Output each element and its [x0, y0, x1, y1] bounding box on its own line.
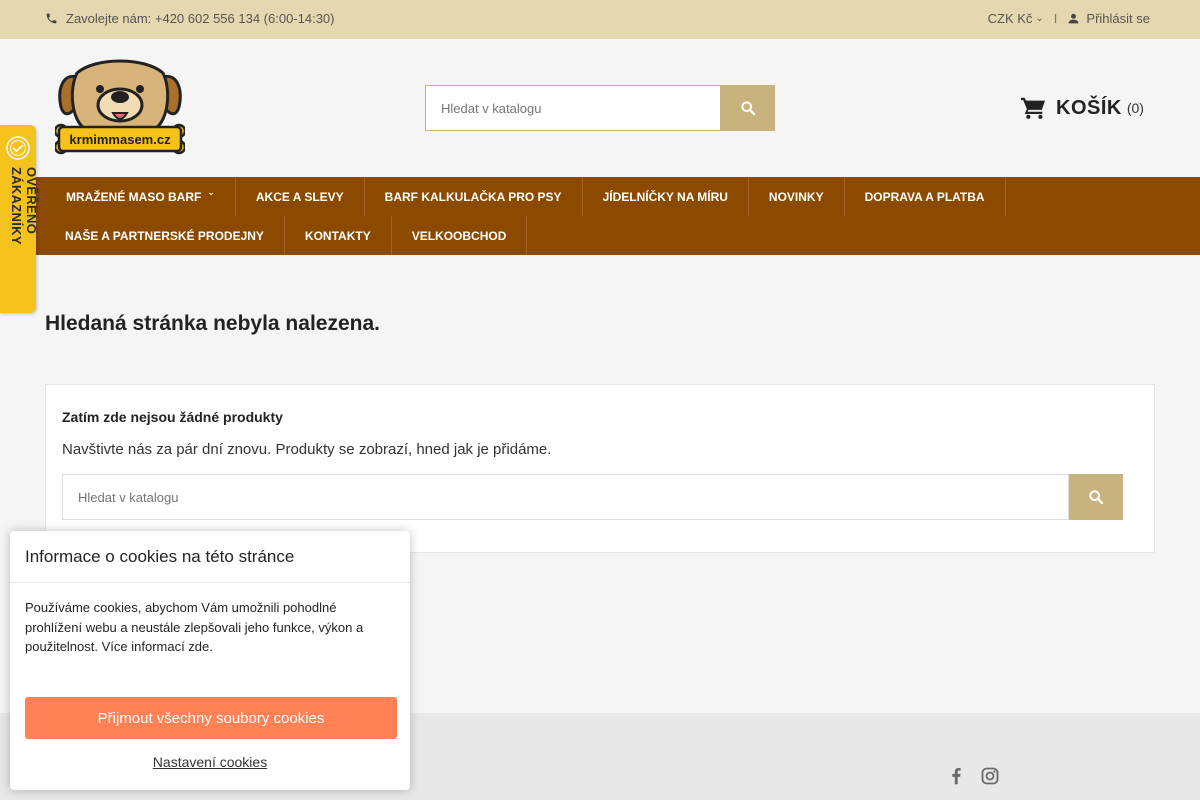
cart-count: (0): [1126, 100, 1144, 116]
svg-text:krmimmasem.cz: krmimmasem.cz: [69, 132, 171, 147]
cookie-dialog: Informace o cookies na této stránce Použ…: [10, 531, 410, 790]
separator: I: [1053, 11, 1058, 26]
nav-item-barf-calculator[interactable]: BARF KALKULAČKA PRO PSY: [365, 177, 583, 216]
nav-item-label: AKCE A SLEVY: [255, 189, 344, 204]
nav-item-label: VELKOOBCHOD: [411, 228, 507, 243]
currency-selector[interactable]: CZK Kč ⌄: [988, 11, 1044, 26]
nav-item-news[interactable]: NOVINKY: [749, 177, 845, 216]
chevron-down-icon: ⌄: [1035, 13, 1044, 24]
nav-item-label: MRAŽENÉ MASO BARF: [66, 189, 202, 204]
nav-item-label: NOVINKY: [768, 189, 824, 204]
nav-item-menus[interactable]: JÍDELNÍČKY NA MÍRU: [583, 177, 749, 216]
nav-row-1: MRAŽENÉ MASO BARF ⌄ AKCE A SLEVY BARF KAL…: [45, 177, 1006, 216]
header-search: [425, 85, 775, 131]
cookie-divider: [10, 582, 410, 583]
currency-label: CZK Kč: [987, 11, 1033, 26]
facebook-icon[interactable]: [946, 765, 966, 787]
nav-item-wholesale[interactable]: VELKOOBCHOD: [392, 216, 528, 255]
login-link[interactable]: Přihlásit se: [1067, 11, 1150, 26]
catalog-search-input[interactable]: [62, 474, 1069, 520]
header-search-button[interactable]: [721, 85, 775, 131]
phone-info[interactable]: Zavolejte nám: +420 602 556 134 (6:00-14…: [45, 11, 335, 26]
cookie-title: Informace o cookies na této stránce: [25, 547, 295, 566]
nav-item-label: BARF KALKULAČKA PRO PSY: [384, 189, 562, 204]
search-icon: [741, 101, 756, 116]
main-nav: MRAŽENÉ MASO BARF ⌄ AKCE A SLEVY BARF KAL…: [0, 177, 1200, 255]
search-icon: [1089, 490, 1104, 505]
nav-row-2: NAŠE A PARTNERSKÉ PRODEJNY KONTAKTY VELK…: [45, 216, 528, 255]
top-bar: Zavolejte nám: +420 602 556 134 (6:00-14…: [0, 0, 1200, 39]
nav-item-label: NAŠE A PARTNERSKÉ PRODEJNY: [65, 228, 264, 243]
cart-link[interactable]: KOŠÍK (0): [1020, 96, 1144, 120]
accept-cookies-button[interactable]: Přijmout všechny soubory cookies: [25, 697, 397, 739]
nav-item-sales[interactable]: AKCE A SLEVY: [236, 177, 365, 216]
nav-item-contacts[interactable]: KONTAKTY: [285, 216, 392, 255]
nav-item-frozen-meat[interactable]: MRAŽENÉ MASO BARF ⌄: [45, 177, 236, 216]
nav-item-shipping[interactable]: DOPRAVA A PLATBA: [845, 177, 1006, 216]
catalog-search-button[interactable]: [1069, 474, 1123, 520]
cart-label: KOŠÍK: [1056, 96, 1122, 119]
empty-text: Navštivte nás za pár dní znovu. Produkty…: [62, 441, 552, 458]
empty-title: Zatím zde nejsou žádné produkty: [62, 409, 283, 425]
cookie-text: Používáme cookies, abychom Vám umožnili …: [25, 600, 364, 654]
header: krmimmasem.cz KOŠÍK (0): [0, 39, 1200, 177]
instagram-icon[interactable]: [980, 765, 1000, 787]
cart-icon: [1020, 97, 1046, 119]
verified-seal-icon: [6, 136, 30, 160]
phone-icon: [46, 13, 57, 24]
chevron-down-icon: ⌄: [207, 187, 215, 197]
verified-customers-badge[interactable]: OVĚŘENO ZÁKAZNÍKY: [0, 125, 39, 313]
user-icon: [1069, 13, 1079, 24]
social-links: [946, 765, 1000, 787]
badge-text: OVĚŘENO ZÁKAZNÍKY: [9, 167, 39, 245]
dog-logo[interactable]: krmimmasem.cz: [55, 59, 185, 157]
nav-item-label: DOPRAVA A PLATBA: [864, 189, 985, 204]
empty-products-box: Zatím zde nejsou žádné produkty Navštivt…: [45, 384, 1155, 553]
nav-item-label: KONTAKTY: [304, 228, 371, 243]
header-search-input[interactable]: [425, 85, 721, 131]
login-label: Přihlásit se: [1086, 11, 1150, 26]
page-title: Hledaná stránka nebyla nalezena.: [45, 312, 380, 335]
nav-item-stores[interactable]: NAŠE A PARTNERSKÉ PRODEJNY: [45, 216, 285, 255]
phone-text: Zavolejte nám: +420 602 556 134 (6:00-14…: [66, 11, 335, 26]
nav-item-label: JÍDELNÍČKY NA MÍRU: [602, 189, 728, 204]
catalog-search: [62, 474, 1123, 520]
cookie-settings-link[interactable]: Nastavení cookies: [10, 754, 410, 770]
